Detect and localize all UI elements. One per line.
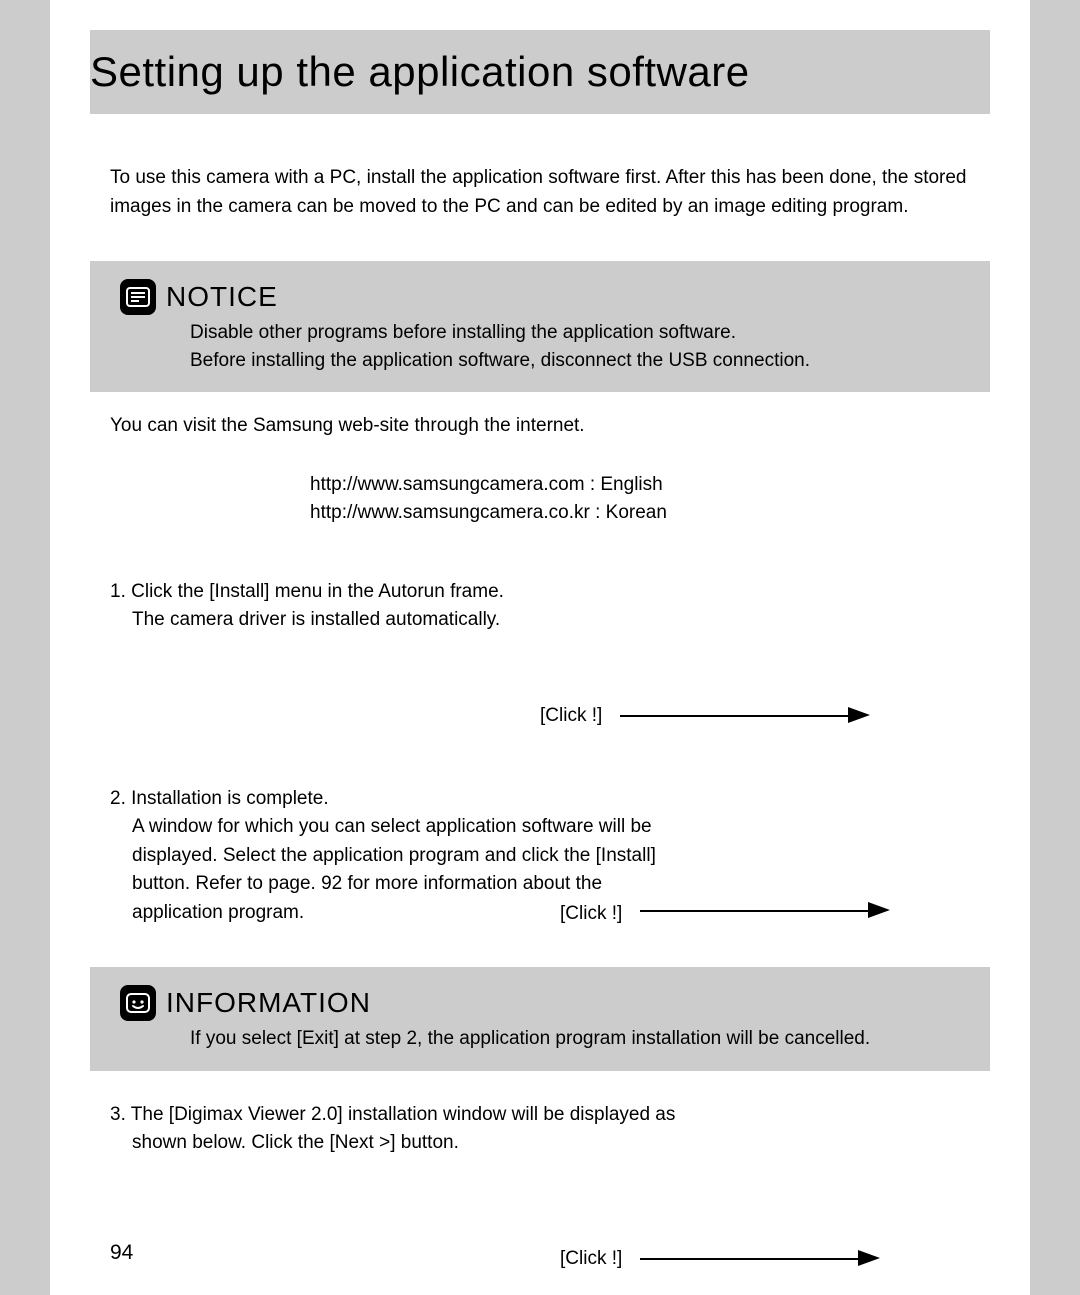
information-header: INFORMATION (120, 985, 970, 1021)
page-number: 94 (110, 1241, 133, 1265)
arrow-head-icon (858, 1250, 880, 1266)
step-3: 3. The [Digimax Viewer 2.0] installation… (110, 1101, 990, 1158)
arrow-line-1 (620, 715, 850, 717)
step-2-line-2: A window for which you can select applic… (132, 813, 990, 842)
document-page: Setting up the application software To u… (50, 0, 1030, 1295)
arrow-line-2 (640, 910, 870, 912)
arrow-head-icon (868, 902, 890, 918)
information-callout: INFORMATION If you select [Exit] at step… (90, 967, 990, 1071)
click-label-3: [Click !] (560, 1248, 622, 1270)
click-arrow-3: [Click !] (90, 1248, 990, 1278)
step-3-line-2: shown below. Click the [Next >] button. (132, 1129, 990, 1158)
step-2-line-4: button. Refer to page. 92 for more infor… (132, 870, 990, 899)
step-1-line-1: 1. Click the [Install] menu in the Autor… (110, 578, 990, 607)
step-2-line-3: displayed. Select the application progra… (132, 842, 990, 871)
step-1: 1. Click the [Install] menu in the Autor… (110, 578, 990, 635)
arrow-line-3 (640, 1258, 860, 1260)
website-intro: You can visit the Samsung web-site throu… (110, 412, 990, 441)
title-bar: Setting up the application software (90, 30, 990, 114)
step-2: 2. Installation is complete. A window fo… (110, 785, 990, 928)
step-2-line-1: 2. Installation is complete. (110, 785, 990, 814)
notice-callout: NOTICE Disable other programs before ins… (90, 261, 990, 392)
notice-body: Disable other programs before installing… (190, 319, 970, 374)
information-body: If you select [Exit] at step 2, the appl… (190, 1025, 970, 1053)
click-arrow-2: [Click !] (560, 900, 990, 930)
click-label-1: [Click !] (540, 705, 602, 727)
link-korean: http://www.samsungcamera.co.kr : Korean (310, 499, 990, 528)
arrow-head-icon (848, 707, 870, 723)
notice-icon (120, 279, 156, 315)
information-heading: INFORMATION (166, 987, 371, 1019)
link-english: http://www.samsungcamera.com : English (310, 471, 990, 500)
notice-line-1: Disable other programs before installing… (190, 319, 970, 347)
intro-paragraph: To use this camera with a PC, install th… (110, 164, 970, 221)
click-arrow-1: [Click !] (90, 705, 990, 735)
page-title: Setting up the application software (90, 48, 970, 96)
click-label-2: [Click !] (560, 900, 622, 929)
document-outer: Setting up the application software To u… (0, 0, 1080, 1295)
notice-line-2: Before installing the application softwa… (190, 347, 970, 375)
notice-heading: NOTICE (166, 281, 278, 313)
step-3-line-1: 3. The [Digimax Viewer 2.0] installation… (110, 1101, 990, 1130)
step-1-line-2: The camera driver is installed automatic… (132, 606, 990, 635)
notice-header: NOTICE (120, 279, 970, 315)
information-icon (120, 985, 156, 1021)
site-links: http://www.samsungcamera.com : English h… (310, 471, 990, 528)
